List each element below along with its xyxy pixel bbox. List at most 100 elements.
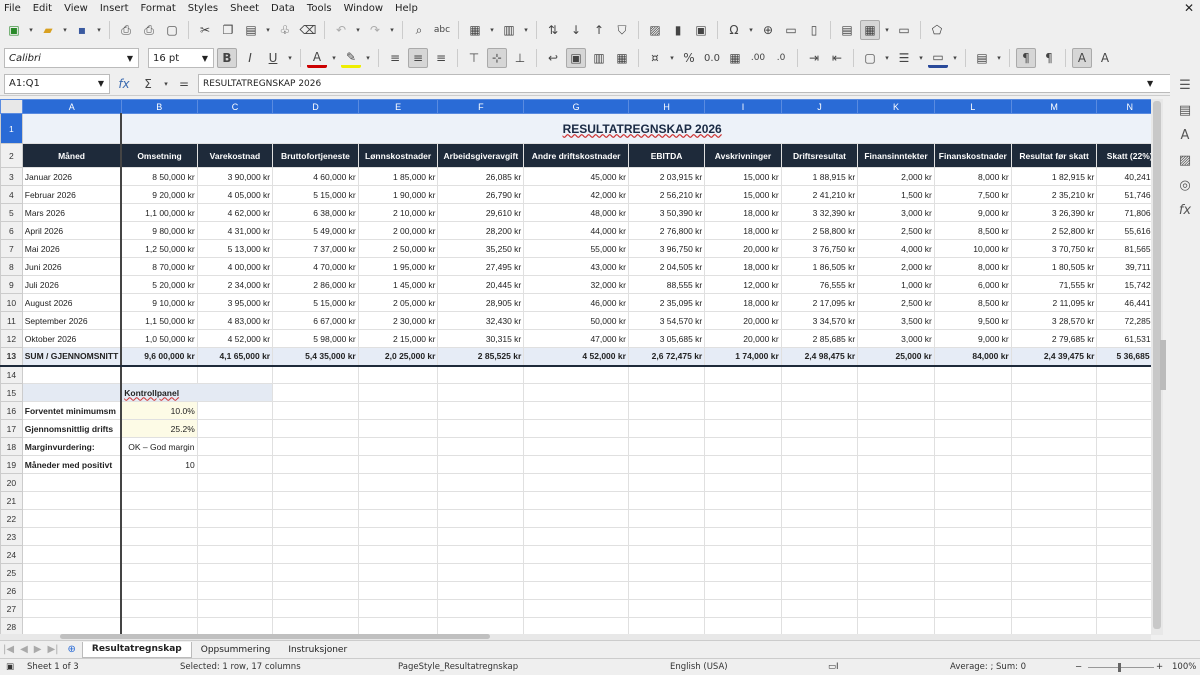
row-header[interactable]: 3 <box>0 167 23 186</box>
value-cell[interactable]: 15,000 kr <box>704 185 782 204</box>
cell[interactable] <box>933 545 1012 564</box>
cell[interactable] <box>704 509 782 528</box>
sum-cell[interactable]: 4 52,000 kr <box>523 347 629 367</box>
value-cell[interactable]: 3 05,685 kr <box>627 329 706 348</box>
column-title[interactable]: Finansinntekter <box>857 143 935 168</box>
value-cell[interactable]: 9 20,000 kr <box>120 185 198 204</box>
panel-value[interactable]: 25.2% <box>120 419 198 438</box>
cell[interactable] <box>196 581 274 600</box>
value-cell[interactable]: 2 15,000 kr <box>357 329 439 348</box>
cell[interactable] <box>627 581 706 600</box>
value-cell[interactable]: 2 52,800 kr <box>1010 221 1098 240</box>
sidebar-menu-icon[interactable]: ☰ <box>1179 78 1191 93</box>
value-cell[interactable]: 4 52,000 kr <box>196 329 274 348</box>
value-cell[interactable]: 28,905 kr <box>437 293 525 312</box>
cell[interactable] <box>627 527 706 546</box>
column-title[interactable]: Resultat før skatt <box>1010 143 1098 168</box>
cell[interactable] <box>357 599 439 618</box>
ltr-icon[interactable]: ¶ <box>1016 48 1036 68</box>
cell[interactable] <box>437 563 525 582</box>
panel-title[interactable]: Kontrollpanel <box>120 383 274 402</box>
value-cell[interactable]: 47,000 kr <box>523 329 629 348</box>
chevron-down-icon[interactable]: ▾ <box>488 20 496 40</box>
value-cell[interactable]: 4 62,000 kr <box>196 203 274 222</box>
value-cell[interactable]: 2 76,800 kr <box>627 221 706 240</box>
row-header[interactable]: 18 <box>0 437 23 456</box>
cell[interactable] <box>1010 365 1098 384</box>
freeze-rows-columns-icon[interactable]: ▦ <box>860 20 880 40</box>
cell[interactable] <box>437 527 525 546</box>
menu-view[interactable]: View <box>64 3 88 14</box>
value-cell[interactable]: 1 86,505 kr <box>780 257 859 276</box>
number-format-icon[interactable]: 0.0 <box>702 48 722 68</box>
panel-value[interactable]: 10.0% <box>120 401 198 420</box>
cell[interactable] <box>120 599 198 618</box>
cell[interactable] <box>857 617 935 635</box>
cell[interactable] <box>857 599 935 618</box>
value-cell[interactable]: 32,430 kr <box>437 311 525 330</box>
cell[interactable] <box>272 545 359 564</box>
value-cell[interactable]: 2 35,210 kr <box>1010 185 1098 204</box>
value-cell[interactable]: 20,000 kr <box>704 329 782 348</box>
column-header-m[interactable]: M <box>1010 99 1098 114</box>
insert-chart-icon[interactable]: ▮ <box>668 20 688 40</box>
cell[interactable] <box>437 509 525 528</box>
value-cell[interactable]: 3 32,390 kr <box>780 203 859 222</box>
scrollbar-thumb[interactable] <box>60 634 490 639</box>
cell[interactable] <box>120 563 198 582</box>
row-header[interactable]: 5 <box>0 203 23 222</box>
menu-data[interactable]: Data <box>271 3 295 14</box>
value-cell[interactable]: 44,000 kr <box>523 221 629 240</box>
column-header-k[interactable]: K <box>857 99 935 114</box>
formula-icon[interactable]: = <box>174 74 194 94</box>
column-header-a[interactable]: A <box>21 99 122 114</box>
cell[interactable] <box>933 563 1012 582</box>
redo-icon[interactable]: ↷ <box>365 20 385 40</box>
zoom-slider[interactable] <box>1088 667 1154 668</box>
cell[interactable] <box>120 365 198 384</box>
month-cell[interactable]: Juli 2026 <box>21 275 123 294</box>
cell[interactable] <box>933 581 1012 600</box>
properties-icon[interactable]: ▤ <box>1179 103 1191 118</box>
cell[interactable] <box>857 437 935 456</box>
value-cell[interactable]: 1 85,000 kr <box>357 167 439 186</box>
value-cell[interactable]: 3,000 kr <box>857 203 935 222</box>
value-cell[interactable]: 2 50,000 kr <box>357 239 439 258</box>
cell[interactable] <box>437 383 525 402</box>
row-header[interactable]: 6 <box>0 221 23 240</box>
cell[interactable] <box>437 599 525 618</box>
decrease-indent-icon[interactable]: ⇤ <box>827 48 847 68</box>
cell[interactable] <box>196 617 274 635</box>
menu-window[interactable]: Window <box>344 3 383 14</box>
cell[interactable] <box>21 113 123 144</box>
date-format-icon[interactable]: ▦ <box>725 48 745 68</box>
cell[interactable] <box>272 383 359 402</box>
value-cell[interactable]: 45,000 kr <box>523 167 629 186</box>
cell[interactable] <box>704 401 782 420</box>
cell[interactable] <box>857 563 935 582</box>
cell[interactable] <box>627 383 706 402</box>
value-cell[interactable]: 2 11,095 kr <box>1010 293 1098 312</box>
panel-value[interactable]: 10 <box>120 455 198 474</box>
value-cell[interactable]: 1 45,000 kr <box>357 275 439 294</box>
value-cell[interactable]: 2 58,800 kr <box>780 221 859 240</box>
cell[interactable] <box>780 473 859 492</box>
cell[interactable] <box>272 437 359 456</box>
formula-input[interactable]: RESULTATREGNSKAP 2026 <box>198 74 1174 93</box>
cell[interactable] <box>627 365 706 384</box>
cell[interactable] <box>704 365 782 384</box>
value-cell[interactable]: 2,000 kr <box>857 257 935 276</box>
borders-icon[interactable]: ▢ <box>860 48 880 68</box>
cell[interactable] <box>272 617 359 635</box>
cell[interactable] <box>120 509 198 528</box>
value-cell[interactable]: 28,200 kr <box>437 221 525 240</box>
chevron-down-icon[interactable]: ▾ <box>27 20 35 40</box>
value-cell[interactable]: 10,000 kr <box>933 239 1012 258</box>
row-header[interactable]: 13 <box>0 347 23 367</box>
cell[interactable] <box>933 437 1012 456</box>
cell[interactable] <box>523 437 629 456</box>
cell[interactable] <box>627 491 706 510</box>
select-all-corner[interactable] <box>0 99 23 114</box>
cell[interactable] <box>357 383 439 402</box>
cell[interactable] <box>704 563 782 582</box>
